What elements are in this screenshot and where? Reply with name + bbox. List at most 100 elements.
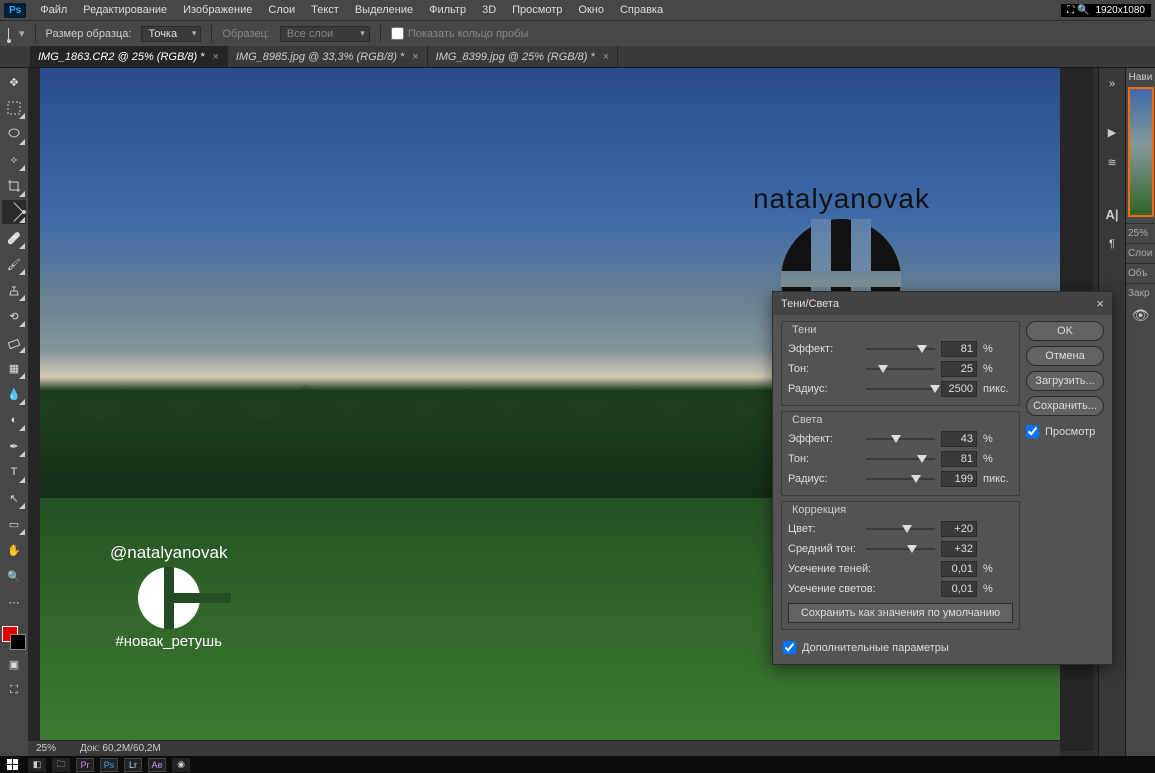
zoom-tool[interactable]: 🔍 [2,564,26,588]
more-tool[interactable]: ⋯ [2,590,26,614]
menu-image[interactable]: Изображение [175,1,260,19]
menu-window[interactable]: Окно [570,1,612,19]
gradient-tool[interactable]: ▦ [2,356,26,380]
history-icon[interactable]: ▶ [1102,124,1122,140]
layers-header[interactable]: Слои [1126,243,1155,263]
marquee-tool[interactable] [2,96,26,120]
shadows-tone-slider[interactable] [866,363,935,375]
shape-tool[interactable]: ▭ [2,512,26,536]
layer-visibility-icon[interactable]: 👁 [1132,303,1150,328]
navigator-zoom[interactable]: 25% [1126,223,1155,243]
color-value[interactable]: +20 [941,521,977,537]
menu-file[interactable]: Файл [32,1,75,19]
document-tabs: IMG_1863.CR2 @ 25% (RGB/8) *× IMG_8985.j… [0,46,1155,68]
dodge-tool[interactable]: ◐ [2,408,26,432]
aftereffects-icon[interactable]: Ae [148,758,166,772]
color-slider[interactable] [866,523,935,535]
sample-source-label: Образец: [222,28,269,40]
brush-tool[interactable]: 🖌 [2,252,26,276]
healing-brush-tool[interactable]: 🩹 [2,226,26,250]
tab-doc-3[interactable]: IMG_8399.jpg @ 25% (RGB/8) *× [428,46,619,67]
tab-doc-1[interactable]: IMG_1863.CR2 @ 25% (RGB/8) *× [30,46,228,67]
status-bar: 25% Док: 60,2M/60,2M [28,741,1060,756]
menu-3d[interactable]: 3D [474,1,504,19]
paragraph-icon[interactable]: ¶ [1102,236,1122,252]
explorer-icon[interactable]: 🗀 [52,758,70,772]
character-icon[interactable]: A| [1102,206,1122,222]
close-icon[interactable]: × [603,51,609,63]
move-tool[interactable]: ✥ [2,70,26,94]
highlights-tone-slider[interactable] [866,453,935,465]
navigator-thumbnail[interactable] [1128,87,1154,217]
highlights-tone-value[interactable]: 81 [941,451,977,467]
photoshop-icon[interactable]: Ps [100,758,118,772]
lightroom-icon[interactable]: Lr [124,758,142,772]
fix-header[interactable]: Закр [1126,283,1155,303]
chrome-icon[interactable]: ◉ [172,758,190,772]
close-icon[interactable]: × [412,51,418,63]
blur-tool[interactable]: 💧 [2,382,26,406]
color-swatches[interactable] [2,626,26,650]
show-ring-checkbox[interactable]: Показать кольцо пробы [391,27,529,40]
task-view-icon[interactable]: ◧ [28,758,46,772]
pen-tool[interactable]: ✒ [2,434,26,458]
cancel-button[interactable]: Отмена [1026,346,1104,366]
save-defaults-button[interactable]: Сохранить как значения по умолчанию [788,603,1013,623]
menu-layers[interactable]: Слои [260,1,303,19]
menu-text[interactable]: Текст [303,1,347,19]
clip-shadows-value[interactable]: 0,01 [941,561,977,577]
menu-edit[interactable]: Редактирование [75,1,175,19]
tab-doc-2[interactable]: IMG_8985.jpg @ 33,3% (RGB/8) *× [228,46,428,67]
history-brush-tool[interactable]: ⟲ [2,304,26,328]
midtone-slider[interactable] [866,543,935,555]
expand-icon[interactable]: » [1102,76,1122,92]
shadows-highlights-dialog: Тени/Света × Тени Эффект: 81 % Тон: 25 % [772,291,1113,665]
menu-filter[interactable]: Фильтр [421,1,474,19]
eyedropper-tool[interactable] [2,200,26,224]
hand-tool[interactable]: ✋ [2,538,26,562]
shadows-effect-slider[interactable] [866,343,935,355]
shadows-effect-value[interactable]: 81 [941,341,977,357]
actions-icon[interactable]: ≋ [1102,154,1122,170]
preview-checkbox[interactable] [1026,425,1039,438]
path-tool[interactable]: ↖ [2,486,26,510]
shadows-radius-value[interactable]: 2500 [941,381,977,397]
highlights-radius-slider[interactable] [866,473,935,485]
type-tool[interactable]: T [2,460,26,484]
premiere-icon[interactable]: Pr [76,758,94,772]
magic-wand-tool[interactable]: ✧ [2,148,26,172]
highlights-radius-value[interactable]: 199 [941,471,977,487]
dialog-title: Тени/Света [781,298,839,310]
clip-highlights-value[interactable]: 0,01 [941,581,977,597]
ok-button[interactable]: OK [1026,321,1104,341]
tool-eyedropper-icon[interactable] [8,28,9,40]
start-button[interactable] [4,758,22,772]
highlights-header: Света [792,414,1013,426]
close-icon[interactable]: × [212,51,218,63]
menu-help[interactable]: Справка [612,1,671,19]
shadows-radius-slider[interactable] [866,383,935,395]
highlights-effect-slider[interactable] [866,433,935,445]
menu-select[interactable]: Выделение [347,1,421,19]
menu-view[interactable]: Просмотр [504,1,570,19]
quick-mask-tool[interactable]: ▣ [2,652,26,676]
sample-source-combo[interactable]: Все слои [280,26,370,42]
zoom-value[interactable]: 25% [36,743,56,754]
obj-header[interactable]: Объ [1126,263,1155,283]
doc-size: Док: 60,2M/60,2M [80,743,161,754]
save-button[interactable]: Сохранить... [1026,396,1104,416]
extra-params-checkbox[interactable] [783,641,796,654]
lasso-tool[interactable] [2,122,26,146]
shadows-tone-value[interactable]: 25 [941,361,977,377]
screen-resolution: ⛶ 🔍 1920x1080 [1061,4,1151,17]
load-button[interactable]: Загрузить... [1026,371,1104,391]
highlights-effect-value[interactable]: 43 [941,431,977,447]
navigator-header[interactable]: Нави [1129,68,1153,87]
clone-stamp-tool[interactable] [2,278,26,302]
close-icon[interactable]: × [1096,296,1104,311]
crop-tool[interactable] [2,174,26,198]
midtone-value[interactable]: +32 [941,541,977,557]
eraser-tool[interactable] [2,330,26,354]
screen-mode-tool[interactable]: ⛶ [2,678,26,702]
sample-size-combo[interactable]: Точка [141,26,201,42]
